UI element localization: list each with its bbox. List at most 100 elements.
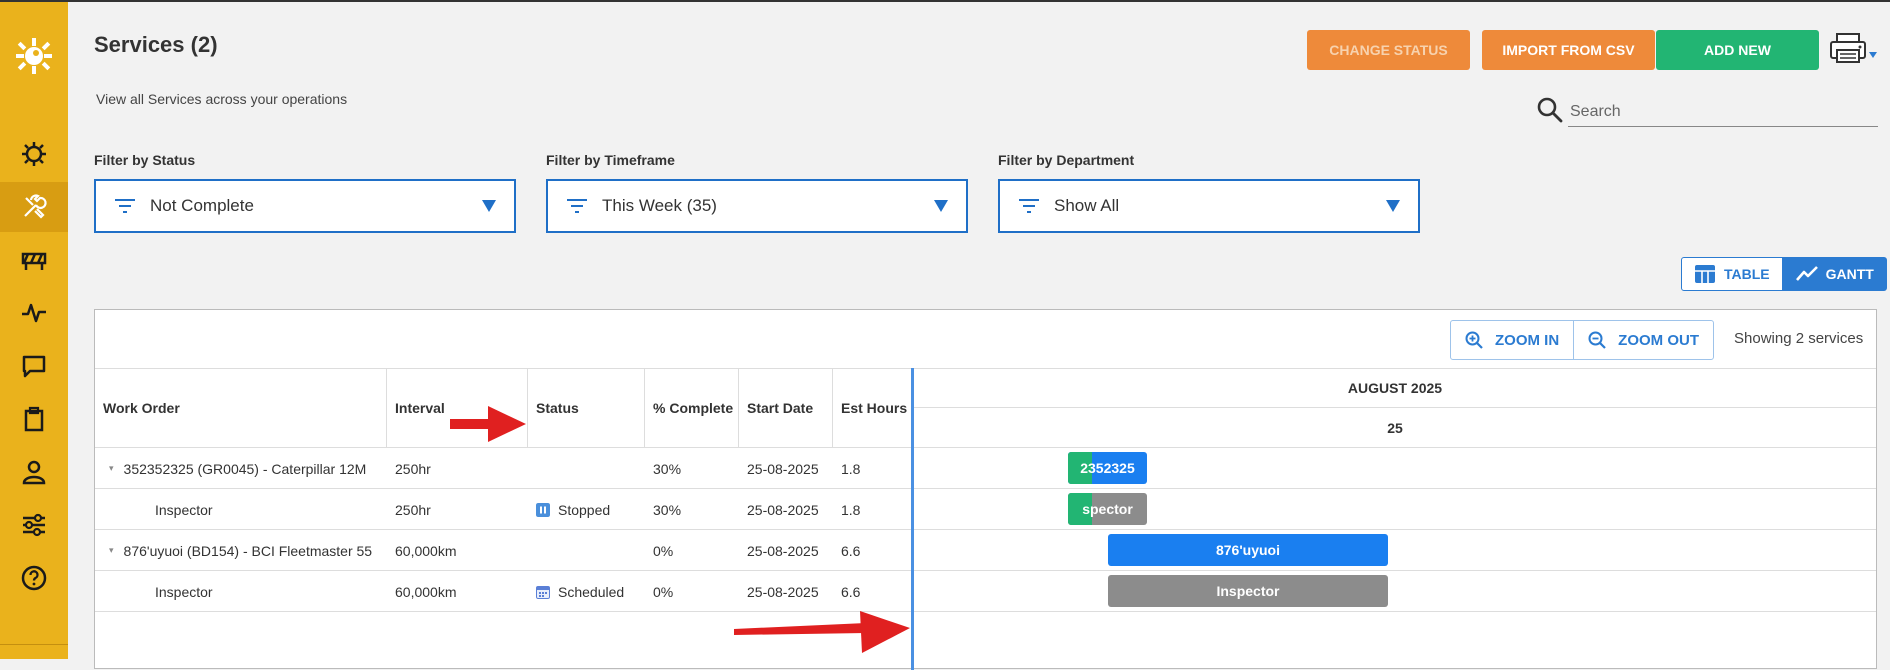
search-box (1536, 96, 1878, 128)
print-menu-button[interactable] (1829, 32, 1879, 66)
zoom-out-button[interactable]: ZOOM OUT (1573, 321, 1713, 359)
filter-status-select[interactable]: Not Complete (94, 179, 516, 233)
complete-cell: 0% (653, 542, 674, 559)
column-header-status[interactable]: Status (528, 368, 645, 448)
annotation-arrow-icon (734, 611, 910, 653)
filter-department-value: Show All (1054, 196, 1120, 215)
calendar-icon (536, 585, 550, 599)
task-bar-label: 876'uyuoi (1215, 542, 1281, 558)
table-row[interactable]: ▾ 876'uyuoi (BD154) - BCI Fleetmaster 55 … (95, 530, 911, 571)
interval-cell: 250hr (395, 501, 431, 518)
filter-icon (115, 199, 135, 213)
search-input[interactable] (1568, 98, 1878, 127)
column-header-work-order[interactable]: Work Order (95, 368, 387, 448)
zoom-controls: ZOOM IN ZOOM OUT (1450, 320, 1714, 360)
est-hours-cell: 1.8 (841, 501, 861, 518)
filter-icon (567, 199, 587, 213)
change-status-button[interactable]: CHANGE STATUS (1307, 30, 1470, 70)
work-order-cell: Inspector (155, 501, 213, 518)
column-header-complete[interactable]: % Complete (645, 368, 739, 448)
task-bar[interactable]: 2352325 (1068, 452, 1147, 484)
status-text: Scheduled (558, 583, 625, 600)
gantt-chart: AUGUST 2025 25 2352325 spector 876'uyuoi… (914, 368, 1876, 670)
sidebar-item-barrier[interactable] (0, 235, 68, 285)
task-bar[interactable]: Inspector (1108, 575, 1388, 607)
view-toggle: TABLE GANTT (1681, 257, 1887, 291)
caret-down-icon (482, 200, 496, 212)
start-date-cell: 25-08-2025 (747, 501, 819, 518)
task-bar[interactable]: 876'uyuoi (1108, 534, 1388, 566)
chart-row: 2352325 (914, 448, 1876, 489)
sidebar-item-activity[interactable] (0, 288, 68, 338)
import-csv-button[interactable]: IMPORT FROM CSV (1482, 30, 1655, 70)
filter-timeframe-select[interactable]: This Week (35) (546, 179, 968, 233)
showing-count: Showing 2 services (1734, 330, 1864, 347)
filter-status-value: Not Complete (150, 196, 254, 215)
sidebar-item-messages[interactable] (0, 341, 68, 391)
table-row[interactable]: ▾ 352352325 (GR0045) - Caterpillar 12M 25… (95, 448, 911, 489)
zoom-out-icon (1588, 331, 1606, 349)
start-date-cell: 25-08-2025 (747, 542, 819, 559)
timeline-day-header: 25 (914, 408, 1876, 448)
complete-cell: 0% (653, 583, 674, 600)
column-header-start-date[interactable]: Start Date (739, 368, 833, 448)
caret-down-icon (934, 200, 948, 212)
filter-department-select[interactable]: Show All (998, 179, 1420, 233)
sidebar (0, 2, 68, 659)
user-icon (22, 460, 46, 485)
sidebar-item-dashboard[interactable] (0, 129, 68, 179)
interval-cell: 60,000km (395, 542, 457, 559)
est-hours-cell: 6.6 (841, 542, 861, 559)
sidebar-item-services[interactable] (0, 182, 68, 232)
gantt-panel: ZOOM IN ZOOM OUT Showing 2 services Work… (94, 309, 1877, 670)
est-hours-cell: 1.8 (841, 460, 861, 477)
annotation-arrow-icon (450, 406, 526, 442)
help-icon (21, 565, 47, 591)
start-date-cell: 25-08-2025 (747, 583, 819, 600)
table-view-label: TABLE (1724, 266, 1770, 282)
sidebar-item-help[interactable] (0, 553, 68, 603)
complete-cell: 30% (653, 501, 682, 518)
table-icon (1695, 265, 1715, 283)
est-hours-cell: 6.6 (841, 583, 861, 600)
gantt-view-label: GANTT (1825, 266, 1874, 282)
clipboard-icon (24, 406, 44, 432)
tools-icon (24, 194, 47, 219)
timeline-month-header: AUGUST 2025 (914, 368, 1876, 408)
table-view-button[interactable]: TABLE (1681, 257, 1783, 291)
add-new-button[interactable]: ADD NEW (1656, 30, 1819, 70)
interval-cell: 250hr (395, 460, 431, 477)
page-subtitle: View all Services across your operations (96, 91, 348, 107)
status-text: Stopped (558, 501, 611, 518)
column-header-est-hours[interactable]: Est Hours (833, 368, 911, 448)
zoom-in-button[interactable]: ZOOM IN (1451, 321, 1573, 359)
work-order-cell: 876'uyuoi (BD154) - BCI Fleetmaster 55 (123, 542, 373, 559)
work-order-cell: Inspector (155, 583, 213, 600)
table-row[interactable]: Inspector 60,000km Scheduled 0% 25-08-20… (95, 571, 911, 612)
gantt-view-button[interactable]: GANTT (1782, 257, 1887, 291)
interval-cell: 60,000km (395, 583, 457, 600)
task-bar[interactable]: spector (1068, 493, 1147, 525)
chart-row: Inspector (914, 571, 1876, 612)
table-row[interactable]: Inspector 250hr Stopped 30% 25-08-2025 1… (95, 489, 911, 530)
caret-down-icon (1386, 200, 1400, 212)
task-bar-label: Inspector (1216, 583, 1280, 599)
collapse-toggle-icon[interactable]: ▾ (109, 545, 114, 556)
chat-icon (22, 355, 46, 378)
task-bar-label: spector (1082, 501, 1133, 517)
chart-row: 876'uyuoi (914, 530, 1876, 571)
sidebar-item-documents[interactable] (0, 394, 68, 444)
sidebar-item-settings[interactable] (0, 500, 68, 550)
gear-sun-icon (22, 142, 46, 166)
zoom-in-icon (1465, 331, 1483, 349)
sidebar-item-users[interactable] (0, 447, 68, 497)
app-logo[interactable] (12, 34, 56, 78)
filter-status-label: Filter by Status (94, 152, 196, 168)
chevron-down-icon (1869, 52, 1877, 58)
activity-icon (22, 303, 46, 323)
sliders-icon (23, 513, 45, 537)
trend-line-icon (1795, 266, 1818, 281)
page-title: Services (2) (94, 32, 218, 57)
filter-timeframe-label: Filter by Timeframe (546, 152, 675, 168)
collapse-toggle-icon[interactable]: ▾ (109, 463, 114, 474)
